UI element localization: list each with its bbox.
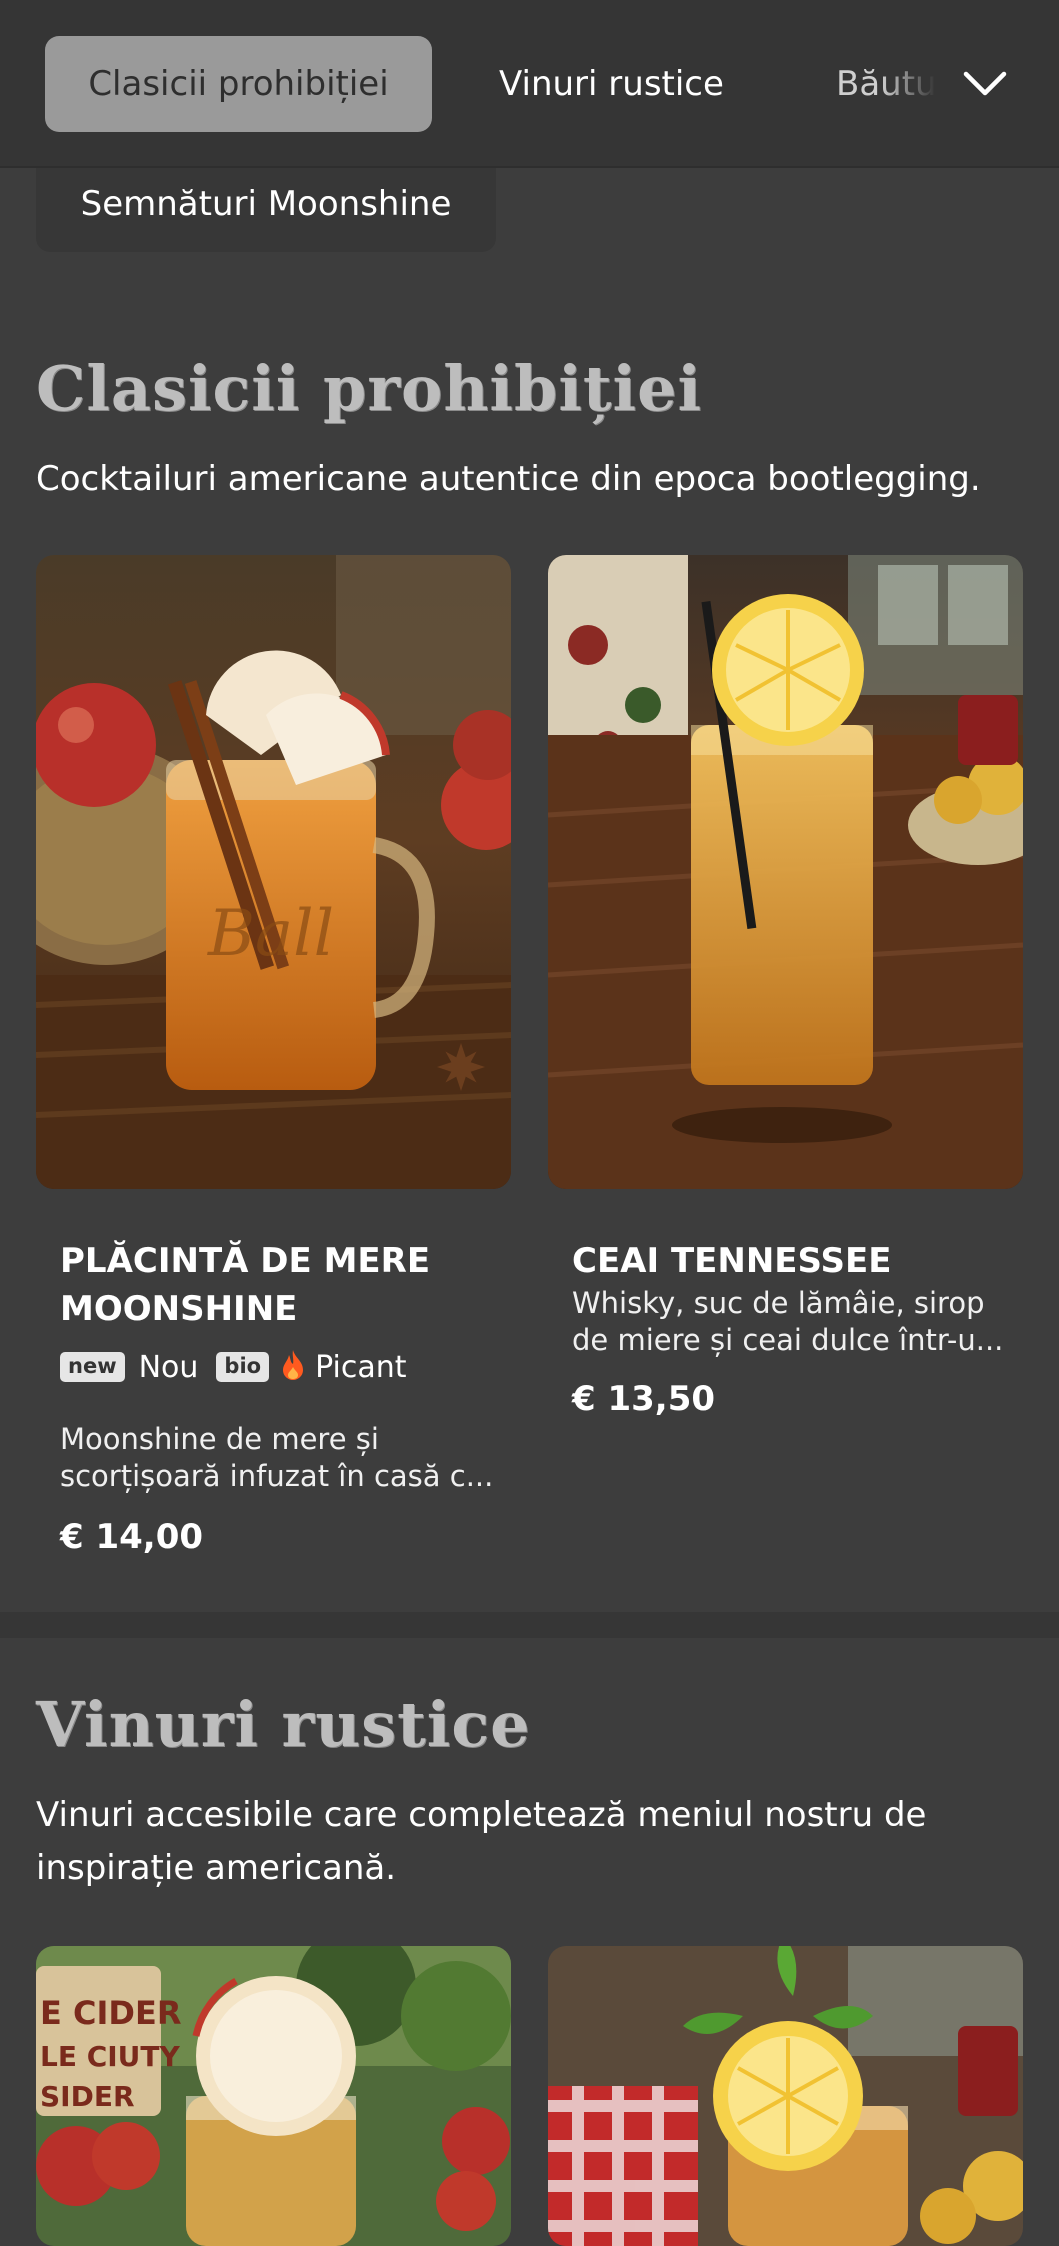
menu-item-price: € 13,50 (572, 1379, 716, 1419)
flame-icon (281, 1349, 305, 1385)
menu-item-name: Ceai Tennessee (572, 1241, 892, 1281)
menu-item-image-tennessee-tea[interactable] (548, 555, 1023, 1189)
section-description: Vinuri accesibile care completează meniu… (36, 1795, 927, 1888)
svg-text:Ball: Ball (207, 897, 334, 971)
menu-item-description: Moonshine de mere și scorțișoară infuzat… (60, 1422, 494, 1493)
tab-semnaturi-moonshine[interactable]: Semnături Moonshine (36, 168, 496, 252)
badge-list: new Nou bio Picant (60, 1347, 500, 1387)
menu-item-description: Whisky, suc de lămâie, sirop de miere și… (572, 1286, 1004, 1357)
section-description: Cocktailuri americane autentice din epoc… (36, 459, 981, 499)
menu-item-tennessee-tea[interactable]: Ceai Tennessee Whisky, suc de lămâie, si… (572, 1237, 1012, 1419)
menu-item-name: Plăcintă de mere Moonshine (60, 1241, 431, 1329)
cider-sign-line-3: SIDER (40, 2080, 135, 2113)
section-divider (0, 1612, 1059, 1638)
tab-bauturi[interactable]: Băutu (836, 36, 936, 132)
cider-sign-line-1: E CIDER (40, 1994, 181, 2032)
new-badge-label: Nou (138, 1349, 199, 1385)
expand-categories-button[interactable] (955, 58, 1015, 110)
bio-badge: bio (216, 1352, 270, 1382)
menu-item-image-lemonade-wine[interactable] (548, 1946, 1023, 2246)
menu-item-apple-pie-moonshine[interactable]: Plăcintă de mere Moonshine new Nou bio P… (60, 1237, 500, 1557)
cider-sign-line-2: LE CIUTY (40, 2040, 181, 2073)
tab-vinuri-rustice[interactable]: Vinuri rustice (499, 36, 724, 132)
chevron-down-icon (963, 71, 1007, 96)
menu-item-image-apple-pie-moonshine[interactable]: Ball (36, 555, 511, 1189)
menu-item-image-cider[interactable]: E CIDER LE CIUTY SIDER (36, 1946, 511, 2246)
menu-item-price: € 14,00 (60, 1517, 204, 1557)
category-nav: Clasicii prohibiției Vinuri rustice Băut… (0, 0, 1059, 168)
tab-clasicii-prohibitiei[interactable]: Clasicii prohibiției (45, 36, 432, 132)
spicy-badge-label: Picant (315, 1349, 407, 1385)
new-badge: new (60, 1352, 125, 1382)
section-title: Clasicii prohibiției (36, 352, 703, 425)
section-title: Vinuri rustice (36, 1688, 531, 1761)
